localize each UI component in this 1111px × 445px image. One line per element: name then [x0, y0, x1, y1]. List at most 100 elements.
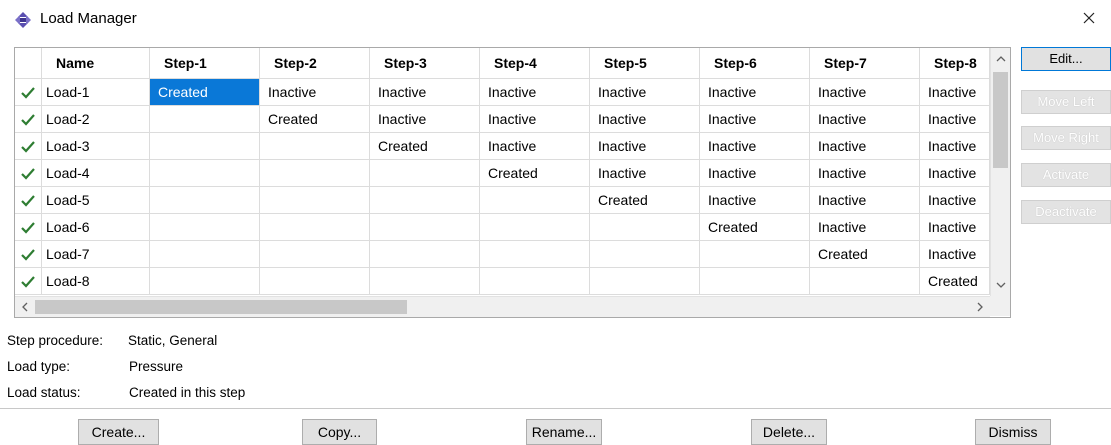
- close-icon[interactable]: [1081, 10, 1097, 26]
- horizontal-scroll-thumb[interactable]: [35, 300, 407, 314]
- step-status-cell[interactable]: Inactive: [369, 105, 480, 133]
- dismiss-button[interactable]: Dismiss: [975, 419, 1051, 445]
- step-status-cell[interactable]: [369, 213, 480, 241]
- step-status-cell[interactable]: [369, 267, 480, 295]
- load-name-cell[interactable]: Load-6: [41, 213, 150, 241]
- row-check-cell[interactable]: [15, 132, 42, 160]
- table-row[interactable]: Load-1 Created Inactive Inactive Inactive Ina…: [15, 78, 991, 106]
- step-status-cell[interactable]: Inactive: [479, 132, 590, 160]
- step-status-cell[interactable]: Inactive: [809, 159, 920, 187]
- step-status-cell[interactable]: [699, 267, 810, 295]
- step-status-cell[interactable]: [259, 213, 370, 241]
- table-row[interactable]: Load-7 Created Inactive: [15, 240, 991, 268]
- step-status-cell[interactable]: Created: [809, 240, 920, 268]
- column-header-step-8[interactable]: Step-8: [919, 48, 990, 79]
- column-header-step-3[interactable]: Step-3: [369, 48, 480, 79]
- step-status-cell[interactable]: [479, 240, 590, 268]
- row-check-cell[interactable]: [15, 267, 42, 295]
- step-status-cell[interactable]: Inactive: [589, 132, 700, 160]
- row-check-cell[interactable]: [15, 213, 42, 241]
- copy-button[interactable]: Copy...: [302, 419, 377, 445]
- column-header-step-4[interactable]: Step-4: [479, 48, 590, 79]
- column-header-step-1[interactable]: Step-1: [149, 48, 260, 79]
- step-status-cell[interactable]: Created: [149, 78, 260, 106]
- step-status-cell[interactable]: [479, 267, 590, 295]
- step-status-cell[interactable]: [149, 240, 260, 268]
- step-status-cell[interactable]: [259, 240, 370, 268]
- step-status-cell[interactable]: [589, 213, 700, 241]
- step-status-cell[interactable]: Created: [589, 186, 700, 214]
- step-status-cell[interactable]: Inactive: [919, 105, 990, 133]
- edit-button[interactable]: Edit...: [1021, 47, 1111, 71]
- delete-button[interactable]: Delete...: [751, 419, 827, 445]
- column-header-step-7[interactable]: Step-7: [809, 48, 920, 79]
- horizontal-scrollbar[interactable]: [15, 296, 990, 317]
- step-status-cell[interactable]: Inactive: [699, 132, 810, 160]
- step-status-cell[interactable]: Inactive: [259, 78, 370, 106]
- step-status-cell[interactable]: Inactive: [479, 78, 590, 106]
- step-status-cell[interactable]: Inactive: [919, 132, 990, 160]
- row-check-cell[interactable]: [15, 159, 42, 187]
- step-status-cell[interactable]: Inactive: [809, 186, 920, 214]
- load-name-cell[interactable]: Load-1: [41, 78, 150, 106]
- table-row[interactable]: Load-2 Created Inactive Inactive Inactive Ina…: [15, 105, 991, 133]
- step-status-cell[interactable]: Inactive: [809, 132, 920, 160]
- step-status-cell[interactable]: [259, 267, 370, 295]
- step-status-cell[interactable]: Inactive: [919, 78, 990, 106]
- step-status-cell[interactable]: [149, 159, 260, 187]
- move-right-button[interactable]: Move Right: [1021, 126, 1111, 150]
- scroll-down-icon[interactable]: [991, 274, 1010, 296]
- step-status-cell[interactable]: Inactive: [809, 213, 920, 241]
- step-status-cell[interactable]: Inactive: [699, 159, 810, 187]
- step-status-cell[interactable]: Inactive: [919, 213, 990, 241]
- step-status-cell[interactable]: Inactive: [479, 105, 590, 133]
- step-status-cell[interactable]: Inactive: [589, 159, 700, 187]
- table-row[interactable]: Load-5 Created Inactive Inactive Inactive: [15, 186, 991, 214]
- step-status-cell[interactable]: [369, 186, 480, 214]
- step-status-cell[interactable]: Created: [479, 159, 590, 187]
- row-check-cell[interactable]: [15, 78, 42, 106]
- step-status-cell[interactable]: [149, 186, 260, 214]
- step-status-cell[interactable]: [149, 132, 260, 160]
- step-status-cell[interactable]: Inactive: [919, 159, 990, 187]
- step-status-cell[interactable]: [479, 186, 590, 214]
- step-status-cell[interactable]: [259, 159, 370, 187]
- load-name-cell[interactable]: Load-3: [41, 132, 150, 160]
- load-name-cell[interactable]: Load-7: [41, 240, 150, 268]
- column-header-name[interactable]: Name: [41, 48, 150, 79]
- step-status-cell[interactable]: [259, 186, 370, 214]
- deactivate-button[interactable]: Deactivate: [1021, 200, 1111, 224]
- step-status-cell[interactable]: [479, 213, 590, 241]
- step-status-cell[interactable]: Inactive: [809, 78, 920, 106]
- step-status-cell[interactable]: [149, 267, 260, 295]
- step-status-cell[interactable]: Inactive: [919, 240, 990, 268]
- step-status-cell[interactable]: Created: [699, 213, 810, 241]
- table-row[interactable]: Load-6 Created Inactive Inactive: [15, 213, 991, 241]
- step-status-cell[interactable]: Inactive: [589, 105, 700, 133]
- column-header-step-5[interactable]: Step-5: [589, 48, 700, 79]
- row-check-cell[interactable]: [15, 105, 42, 133]
- rename-button[interactable]: Rename...: [526, 419, 602, 445]
- table-row[interactable]: Load-3 Created Inactive Inactive Inactive Ina…: [15, 132, 991, 160]
- step-status-cell[interactable]: Inactive: [699, 105, 810, 133]
- load-name-cell[interactable]: Load-2: [41, 105, 150, 133]
- step-status-cell[interactable]: Inactive: [809, 105, 920, 133]
- load-name-cell[interactable]: Load-8: [41, 267, 150, 295]
- activate-button[interactable]: Activate: [1021, 163, 1111, 187]
- create-button[interactable]: Create...: [78, 419, 159, 445]
- scroll-up-icon[interactable]: [991, 48, 1010, 70]
- step-status-cell[interactable]: Inactive: [589, 78, 700, 106]
- step-status-cell[interactable]: [369, 159, 480, 187]
- step-status-cell[interactable]: [149, 105, 260, 133]
- step-status-cell[interactable]: Created: [369, 132, 480, 160]
- scroll-right-icon[interactable]: [970, 297, 990, 317]
- step-status-cell[interactable]: Inactive: [369, 78, 480, 106]
- vertical-scroll-thumb[interactable]: [993, 72, 1008, 168]
- vertical-scrollbar[interactable]: [990, 48, 1010, 296]
- row-check-cell[interactable]: [15, 240, 42, 268]
- step-status-cell[interactable]: Inactive: [699, 186, 810, 214]
- step-status-cell[interactable]: Inactive: [919, 186, 990, 214]
- step-status-cell[interactable]: [589, 267, 700, 295]
- step-status-cell[interactable]: [369, 240, 480, 268]
- load-name-cell[interactable]: Load-4: [41, 159, 150, 187]
